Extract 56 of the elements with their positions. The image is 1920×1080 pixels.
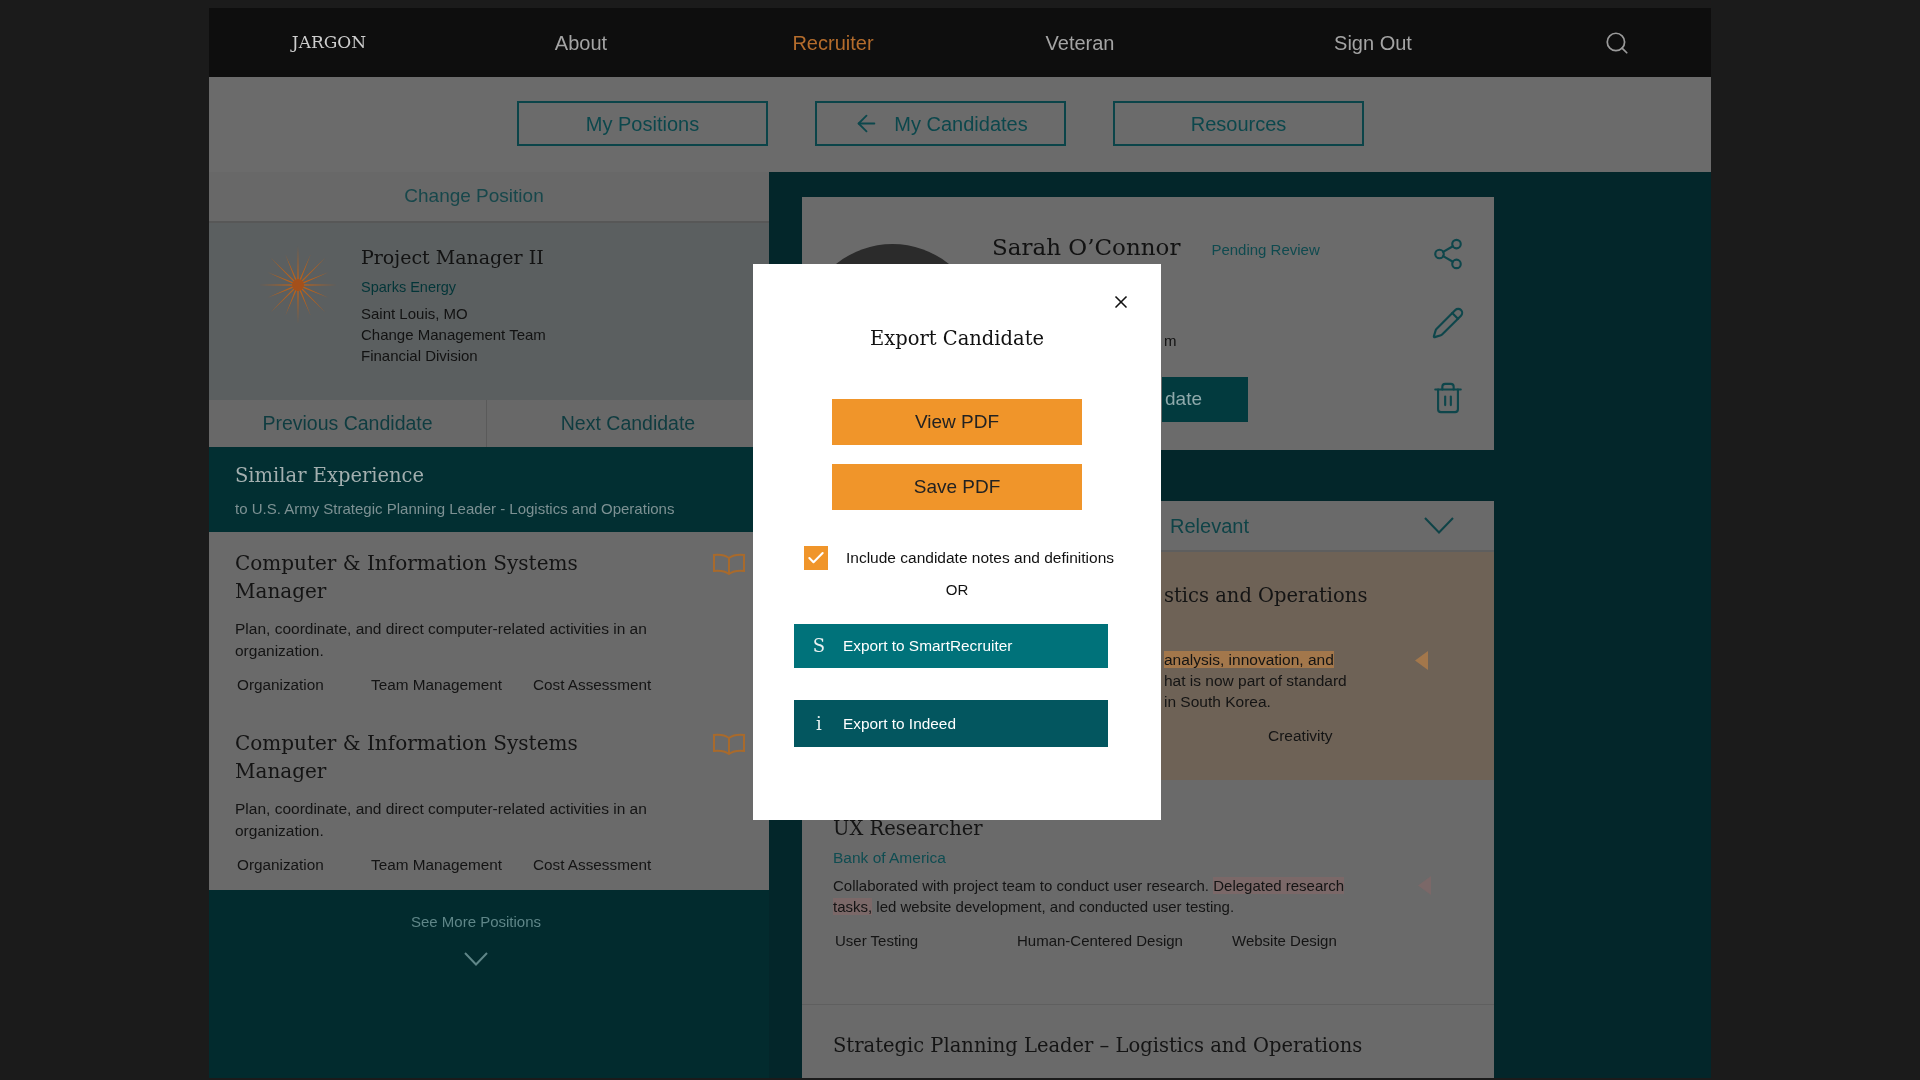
description-line: hat is now part of standard (1164, 671, 1347, 691)
chevron-down-icon[interactable] (464, 952, 488, 966)
separator-text: OR (945, 581, 969, 599)
position-title: Computer & Information Systems Manager (235, 550, 579, 605)
candidate-name: Sarah O’Connor (992, 233, 1181, 262)
skill-tag: User Testing (835, 932, 919, 949)
candidate-action-button[interactable]: date (1162, 377, 1248, 422)
open-book-icon[interactable] (712, 733, 746, 756)
position-detail: Saint Louis, MO (361, 304, 468, 324)
logo-link[interactable]: JARGON (291, 29, 367, 56)
skill-tag: Cost Assessment (533, 676, 652, 693)
section-title: Similar Experience (235, 464, 425, 488)
nav-link[interactable]: Recruiter (792, 27, 874, 58)
pencil-icon[interactable] (1431, 306, 1465, 340)
skill-tag: Team Management (371, 856, 502, 873)
skill-tag: Human-Centered Design (1017, 932, 1183, 949)
export-button[interactable]: i Export to Indeed (794, 700, 1108, 747)
position-detail: Change Management Team (361, 325, 546, 345)
position-title: Project Manager II (361, 245, 544, 269)
pdf-button[interactable]: View PDF (832, 399, 1082, 445)
experience-description: Collaborated with project team to conduct user research. Delegated research tasks, led website development, and conducted user testing. (833, 876, 1346, 917)
skill-tag: Website Design (1232, 932, 1337, 949)
skill-tag: Creativity (1268, 726, 1333, 746)
service-letter-icon: i (812, 713, 826, 734)
skill-tag: Team Management (371, 676, 502, 693)
share-icon[interactable] (1431, 237, 1465, 271)
search-icon[interactable] (1604, 29, 1630, 56)
section-subtitle: to U.S. Army Strategic Planning Leader - Logistics and Operations (235, 500, 675, 518)
experience-title: Strategic Planning Leader – Logistics and Operations (833, 1034, 1363, 1058)
experience-title: UX Researcher (833, 817, 983, 841)
see-more-link[interactable]: See More Positions (410, 913, 542, 931)
candidate-detail-text: m (1164, 332, 1177, 350)
dialog-title: Export Candidate (869, 326, 1045, 352)
service-letter-icon: S (812, 636, 826, 656)
description-line: in South Korea. (1164, 692, 1271, 712)
nav-link[interactable]: Sign Out (1334, 27, 1412, 58)
status-label: Pending Review (1211, 240, 1320, 260)
position-description: Plan, coordinate, and direct computer-related activities in an organization. (235, 619, 648, 661)
company-name: Sparks Energy (361, 278, 457, 296)
trash-icon[interactable] (1431, 380, 1465, 416)
export-button[interactable]: S Export to SmartRecruiter (794, 624, 1108, 668)
pdf-button[interactable]: Save PDF (832, 464, 1082, 510)
position-description: Plan, coordinate, and direct computer-related activities in an organization. (235, 799, 648, 841)
open-book-icon[interactable] (712, 553, 746, 576)
skill-tag: Cost Assessment (533, 856, 652, 873)
nav-link[interactable]: Veteran (1045, 27, 1115, 58)
position-detail: Financial Division (361, 346, 478, 366)
experience-title: stics and Operations (1164, 584, 1368, 608)
chevron-down-icon (1424, 517, 1454, 534)
company-name: Bank of America (833, 849, 946, 867)
skill-tag: Organization (237, 856, 324, 873)
checkbox[interactable] (804, 546, 828, 570)
nav-link[interactable]: About (554, 27, 608, 58)
skill-tag: Organization (237, 676, 324, 693)
position-title: Computer & Information Systems Manager (235, 730, 579, 785)
checkbox-label: Include candidate notes and definitions (846, 548, 1114, 568)
